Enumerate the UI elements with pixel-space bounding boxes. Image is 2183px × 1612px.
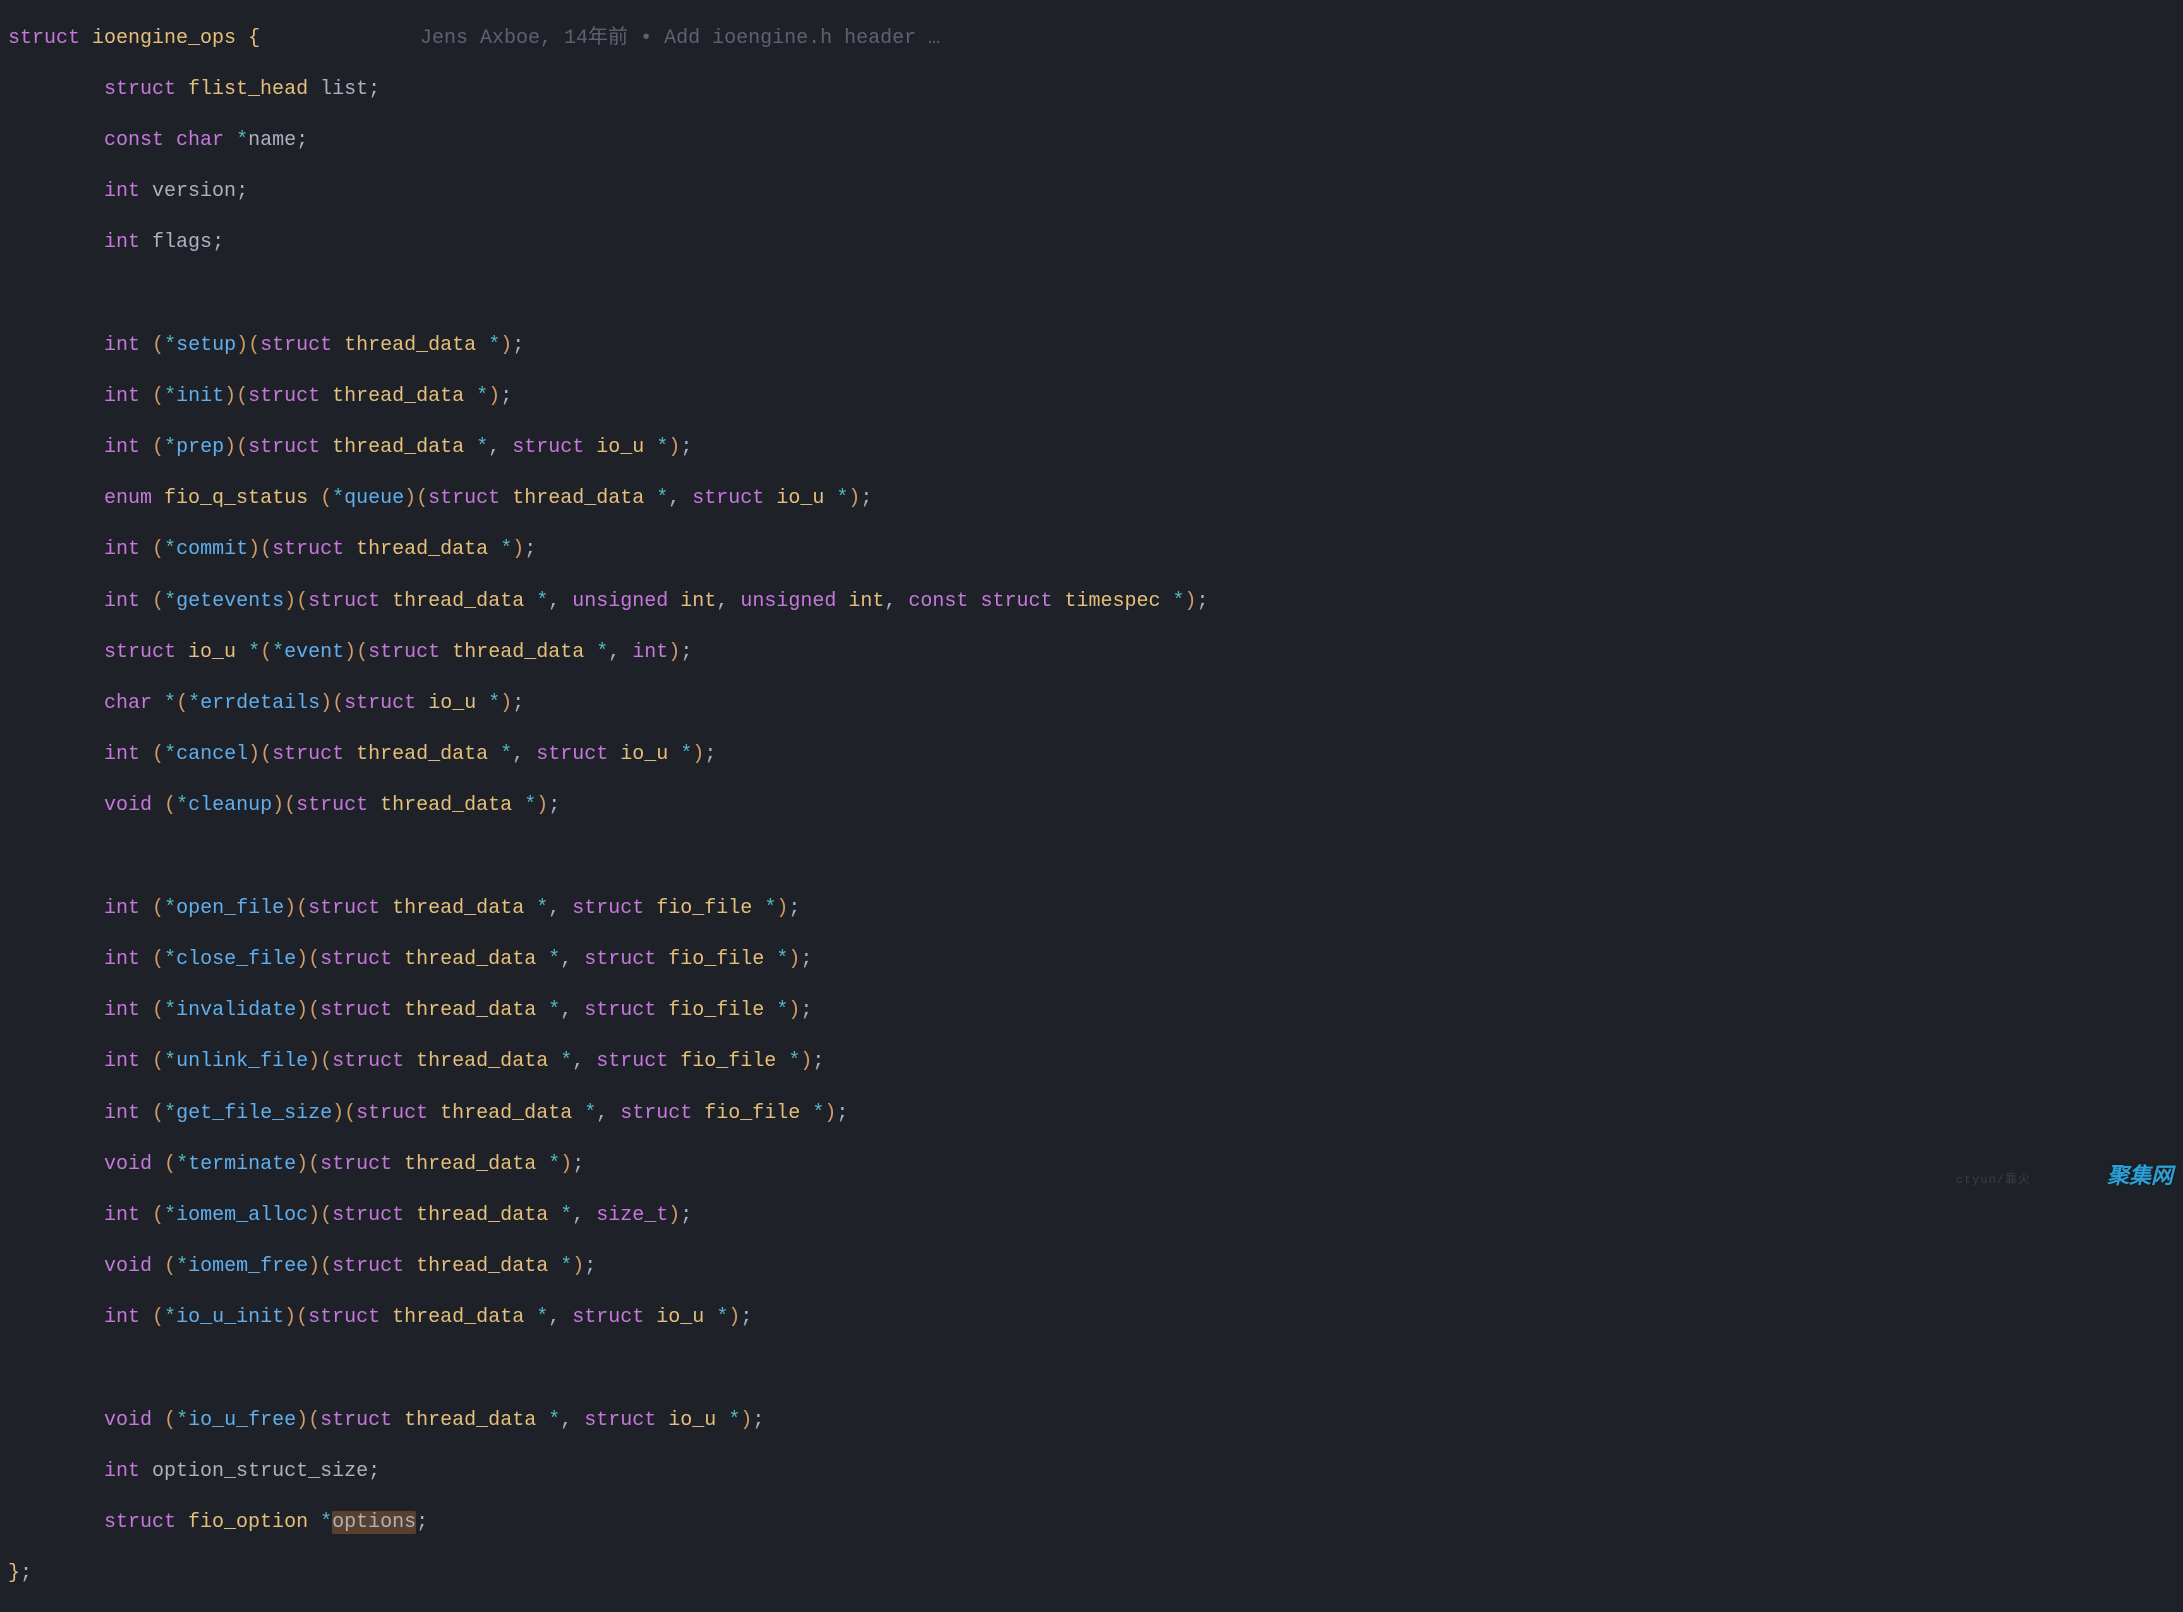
code-line: void (*io_u_free)(struct thread_data *, … <box>8 1408 2175 1434</box>
code-line: void (*iomem_free)(struct thread_data *)… <box>8 1254 2175 1280</box>
code-line: int (*invalidate)(struct thread_data *, … <box>8 998 2175 1024</box>
code-line: int (*getevents)(struct thread_data *, u… <box>8 589 2175 615</box>
code-line: const char *name; <box>8 128 2175 154</box>
git-blame-annotation: Jens Axboe, 14年前 • Add ioengine.h header… <box>420 26 940 52</box>
code-line: int (*cancel)(struct thread_data *, stru… <box>8 742 2175 768</box>
watermark-logo: 聚集网 <box>2107 1162 2173 1190</box>
code-line: void (*terminate)(struct thread_data *); <box>8 1152 2175 1178</box>
code-line: struct fio_option *options; <box>8 1510 2175 1536</box>
blank-line <box>8 845 2175 871</box>
code-line: struct flist_head list; <box>8 77 2175 103</box>
code-line: int option_struct_size; <box>8 1459 2175 1485</box>
code-line: int (*init)(struct thread_data *); <box>8 384 2175 410</box>
code-line: int (*open_file)(struct thread_data *, s… <box>8 896 2175 922</box>
code-line: void (*cleanup)(struct thread_data *); <box>8 793 2175 819</box>
code-line: int (*prep)(struct thread_data *, struct… <box>8 435 2175 461</box>
code-line: int (*close_file)(struct thread_data *, … <box>8 947 2175 973</box>
code-line: char *(*errdetails)(struct io_u *); <box>8 691 2175 717</box>
highlighted-word: options <box>332 1511 416 1534</box>
watermark-text: ctyun/靠火 <box>1956 1173 2031 1188</box>
code-line: int (*io_u_init)(struct thread_data *, s… <box>8 1305 2175 1331</box>
code-line: int flags; <box>8 230 2175 256</box>
blank-line <box>8 1356 2175 1382</box>
code-line: enum fio_q_status (*queue)(struct thread… <box>8 486 2175 512</box>
code-line: }; <box>8 1561 2175 1587</box>
blank-line <box>8 282 2175 308</box>
code-line: int (*commit)(struct thread_data *); <box>8 537 2175 563</box>
code-line: struct io_u *(*event)(struct thread_data… <box>8 640 2175 666</box>
code-line: int (*get_file_size)(struct thread_data … <box>8 1101 2175 1127</box>
code-line: int (*setup)(struct thread_data *); <box>8 333 2175 359</box>
code-line: int (*unlink_file)(struct thread_data *,… <box>8 1049 2175 1075</box>
code-line: int (*iomem_alloc)(struct thread_data *,… <box>8 1203 2175 1229</box>
code-line: int version; <box>8 179 2175 205</box>
code-editor[interactable]: struct ioengine_ops {Jens Axboe, 14年前 • … <box>0 0 2183 1612</box>
code-line: struct ioengine_ops {Jens Axboe, 14年前 • … <box>8 26 2175 52</box>
